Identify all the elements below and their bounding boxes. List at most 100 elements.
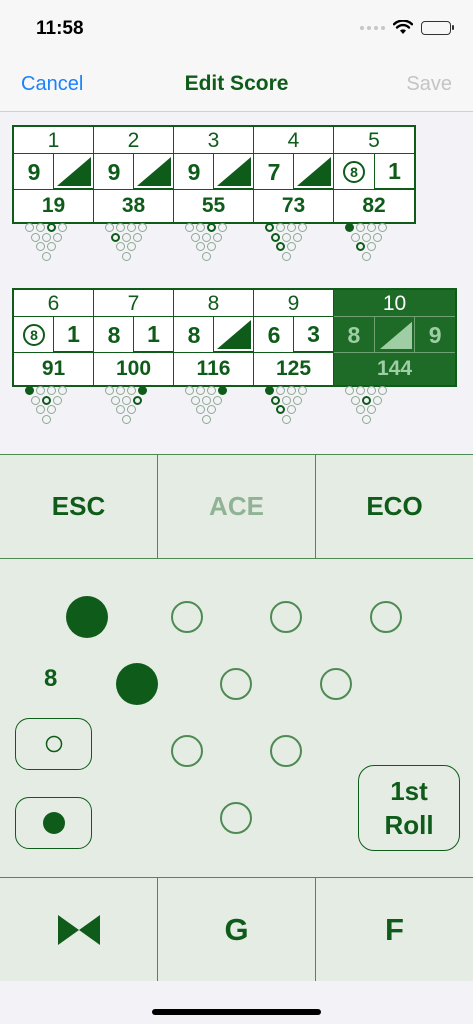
home-indicator[interactable] xyxy=(152,1009,321,1015)
frame-number: 10 xyxy=(334,290,455,317)
frame-2[interactable]: 2 9 38 xyxy=(94,127,174,222)
second-roll xyxy=(133,154,173,189)
spare-mark xyxy=(379,321,412,349)
ace-button[interactable]: ACE xyxy=(158,455,316,558)
pin-1-button[interactable] xyxy=(220,802,252,834)
pin-marker xyxy=(58,223,67,232)
pin-marker xyxy=(121,395,131,405)
pin-marker xyxy=(30,395,40,405)
pin-marker xyxy=(116,242,125,251)
second-roll xyxy=(293,154,333,189)
pin-leave-diagram xyxy=(172,222,252,264)
pin-marker xyxy=(281,251,291,261)
frame-total: 19 xyxy=(41,194,66,217)
pin-marker xyxy=(361,395,371,405)
pin-9-button[interactable] xyxy=(270,601,302,633)
save-button[interactable]: Save xyxy=(406,73,452,96)
frame-rolls: 9 xyxy=(14,154,93,190)
first-roll: 9 xyxy=(107,159,121,185)
roll-selector-button[interactable]: 1st Roll xyxy=(358,765,460,851)
pin-marker xyxy=(110,395,120,405)
status-bar: 11:58 xyxy=(0,0,473,56)
pin-marker xyxy=(201,232,211,242)
pin-7-button[interactable] xyxy=(66,596,108,638)
frame-number: 7 xyxy=(94,290,173,317)
pin-marker xyxy=(105,223,114,232)
pin-6-button[interactable] xyxy=(320,668,352,700)
pin-marker xyxy=(287,223,296,232)
first-roll: 8 xyxy=(334,154,374,190)
frame-4[interactable]: 4 7 73 xyxy=(254,127,334,222)
pin-marker xyxy=(127,242,136,251)
gutter-button[interactable]: G xyxy=(158,878,316,981)
frame-number: 1 xyxy=(14,127,93,154)
pin-marker xyxy=(121,251,131,261)
pin-marker xyxy=(281,414,291,424)
first-roll: 9 xyxy=(27,159,41,185)
pin-marker xyxy=(201,251,211,261)
frame-7[interactable]: 7 8 1 100 xyxy=(94,290,174,385)
pins-down-toggle[interactable] xyxy=(15,797,92,849)
frame-rolls: 7 xyxy=(254,154,333,190)
pin-marker xyxy=(276,386,285,395)
pin-marker xyxy=(276,405,285,414)
second-roll xyxy=(213,154,253,189)
frame-number: 4 xyxy=(254,127,333,154)
pin-marker xyxy=(292,395,302,405)
scorecard: 1 9 19 2 9 38 3 9 55 4 7 73 5 8 1 82 6 8 1 91 7 8 1 100 8 8 116 9 6… xyxy=(0,112,473,454)
frame-8[interactable]: 8 8 116 xyxy=(174,290,254,385)
esc-button[interactable]: ESC xyxy=(0,455,158,558)
pin-marker xyxy=(41,232,51,242)
pin-marker xyxy=(105,386,114,395)
frame-rolls: 81 xyxy=(14,317,93,353)
pin-marker xyxy=(36,223,45,232)
pin-marker xyxy=(298,223,307,232)
pin-marker xyxy=(367,386,376,395)
page-title: Edit Score xyxy=(184,72,289,95)
second-roll: 1 xyxy=(53,317,93,352)
pin-marker xyxy=(207,405,216,414)
frame-total: 100 xyxy=(115,357,152,380)
split-button[interactable] xyxy=(0,878,158,981)
pin-marker xyxy=(36,386,45,395)
pin-marker xyxy=(41,395,51,405)
pin-marker xyxy=(361,251,371,261)
frame-total: 82 xyxy=(362,194,386,217)
pin-marker xyxy=(287,405,296,414)
frame-5[interactable]: 5 8 1 82 xyxy=(334,127,414,222)
split-roll: 8 xyxy=(23,324,45,347)
pin-marker xyxy=(367,405,376,414)
pin-10-button[interactable] xyxy=(370,601,402,633)
frame-10[interactable]: 10 8 9 144 xyxy=(334,290,455,385)
pin-marker xyxy=(127,223,136,232)
first-roll: 8 xyxy=(107,322,121,348)
pin-8-button[interactable] xyxy=(171,601,203,633)
pin-marker xyxy=(218,223,227,232)
eco-button[interactable]: ECO xyxy=(316,455,473,558)
frame-9[interactable]: 9 6 3 125 xyxy=(254,290,334,385)
pin-3-button[interactable] xyxy=(270,735,302,767)
home-area xyxy=(0,981,473,1024)
frame-rolls: 9 xyxy=(94,154,173,190)
frame-1[interactable]: 1 9 19 xyxy=(14,127,94,222)
split-roll: 8 xyxy=(343,161,365,184)
frame-3[interactable]: 3 9 55 xyxy=(174,127,254,222)
pin-marker xyxy=(292,232,302,242)
frame-number: 3 xyxy=(174,127,253,154)
foul-button[interactable]: F xyxy=(316,878,473,981)
pin-marker xyxy=(47,386,56,395)
pin-marker xyxy=(276,242,285,251)
frame-total: 116 xyxy=(196,357,231,380)
frame-6[interactable]: 6 8 1 91 xyxy=(14,290,94,385)
pins-standing-toggle[interactable] xyxy=(15,718,92,770)
pin-2-button[interactable] xyxy=(171,735,203,767)
roll-label-line1: 1st xyxy=(390,776,428,806)
pin-marker xyxy=(207,242,216,251)
pin-5-button[interactable] xyxy=(220,668,252,700)
pin-diagrams-row-1 xyxy=(12,222,412,264)
status-time: 11:58 xyxy=(36,18,84,39)
pin-marker xyxy=(356,223,365,232)
pin-marker xyxy=(281,395,291,405)
pin-leave-diagram xyxy=(332,222,412,264)
pin-4-button[interactable] xyxy=(116,663,158,705)
